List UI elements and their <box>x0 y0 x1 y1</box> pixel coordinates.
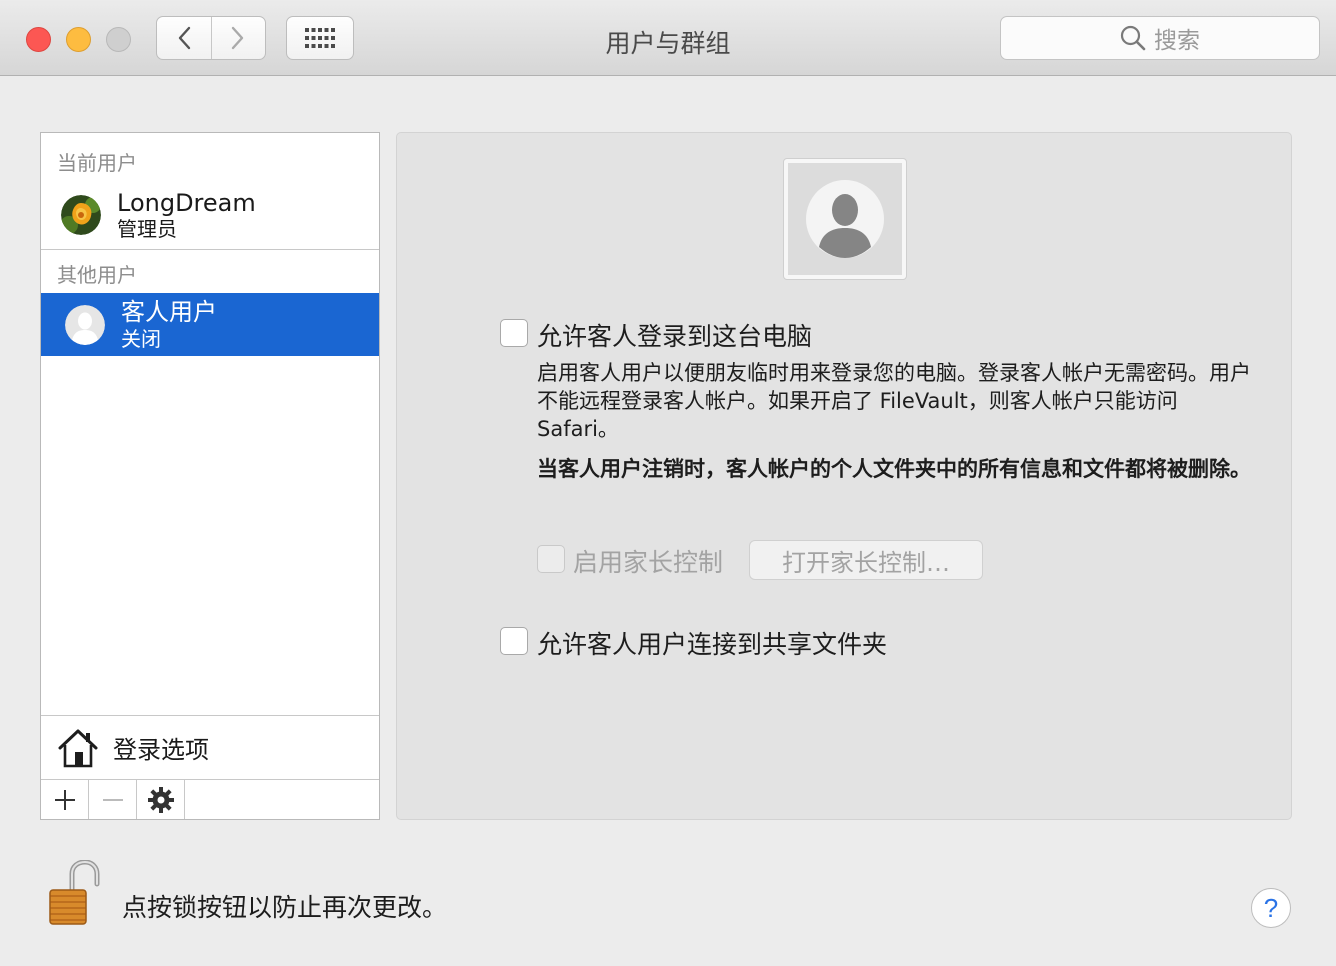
sidebar-toolbar <box>41 779 379 819</box>
user-name: LongDream <box>117 188 256 217</box>
search-field[interactable]: 搜索 <box>1000 16 1320 60</box>
zoom-window-button[interactable] <box>106 27 131 52</box>
unlocked-padlock-icon <box>49 859 100 925</box>
user-status: 关闭 <box>121 326 161 351</box>
allow-shared-folders-label: 允许客人用户连接到共享文件夹 <box>537 630 888 659</box>
title-bar: 用户与群组 搜索 <box>0 0 1336 76</box>
minimize-window-button[interactable] <box>66 27 91 52</box>
plus-icon <box>54 789 75 810</box>
guest-avatar <box>65 304 105 345</box>
parental-controls-checkbox[interactable] <box>537 545 565 573</box>
search-placeholder: 搜索 <box>1154 28 1200 54</box>
other-users-header: 其他用户 <box>57 263 137 287</box>
login-options-item[interactable]: 登录选项 <box>41 715 379 779</box>
current-users-header: 当前用户 <box>57 151 137 175</box>
user-row-longdream[interactable]: LongDream 管理员 <box>41 183 379 247</box>
parental-controls-label: 启用家长控制 <box>573 548 724 577</box>
lock-button[interactable] <box>44 859 100 928</box>
user-text: LongDream 管理员 <box>117 189 256 242</box>
allow-guest-login-label: 允许客人登录到这台电脑 <box>537 322 813 351</box>
guest-description: 启用客人用户以便朋友临时用来登录您的电脑。登录客人帐户无需密码。用户不能远程登录… <box>537 361 1251 441</box>
gear-icon <box>147 786 174 813</box>
person-silhouette-icon <box>806 180 884 258</box>
allow-shared-folders-checkbox[interactable] <box>500 627 528 655</box>
forward-button[interactable] <box>210 17 266 59</box>
close-window-button[interactable] <box>26 27 51 52</box>
user-list-sidebar: 当前用户 LongDream 管理员 其他用户 客人用户 关闭 登录选项 <box>40 132 380 820</box>
add-user-button[interactable] <box>41 780 89 819</box>
guest-picture-well[interactable] <box>783 158 907 280</box>
open-parental-controls-button[interactable]: 打开家长控制… <box>749 540 983 580</box>
show-all-button[interactable] <box>286 16 354 60</box>
user-avatar <box>61 195 101 235</box>
back-button[interactable] <box>157 17 211 59</box>
user-text: 客人用户 关闭 <box>121 298 217 351</box>
flower-avatar-icon <box>61 195 101 235</box>
navigation-buttons <box>156 16 266 60</box>
section-divider <box>41 249 379 250</box>
guest-picture <box>788 163 902 275</box>
allow-guest-login-checkbox[interactable] <box>500 319 528 347</box>
lock-instruction: 点按锁按钮以防止再次更改。 <box>122 893 448 922</box>
forward-chevron-icon <box>232 26 244 50</box>
login-options-label: 登录选项 <box>113 736 209 764</box>
minus-icon <box>102 798 123 801</box>
guest-user-settings-panel: 允许客人登录到这台电脑 启用客人用户以便朋友临时用来登录您的电脑。登录客人帐户无… <box>396 132 1292 820</box>
user-role: 管理员 <box>117 217 177 242</box>
action-menu-button[interactable] <box>137 780 185 819</box>
guest-deletion-warning: 当客人用户注销时，客人帐户的个人文件夹中的所有信息和文件都将被删除。 <box>537 457 1251 481</box>
house-icon <box>58 729 98 767</box>
user-name: 客人用户 <box>121 298 217 327</box>
search-icon <box>1120 25 1146 51</box>
person-silhouette-icon <box>65 304 105 345</box>
grid-icon <box>305 28 335 48</box>
user-row-guest[interactable]: 客人用户 关闭 <box>41 293 379 356</box>
back-chevron-icon <box>178 26 190 50</box>
remove-user-button[interactable] <box>89 780 137 819</box>
help-button[interactable]: ? <box>1251 888 1291 928</box>
